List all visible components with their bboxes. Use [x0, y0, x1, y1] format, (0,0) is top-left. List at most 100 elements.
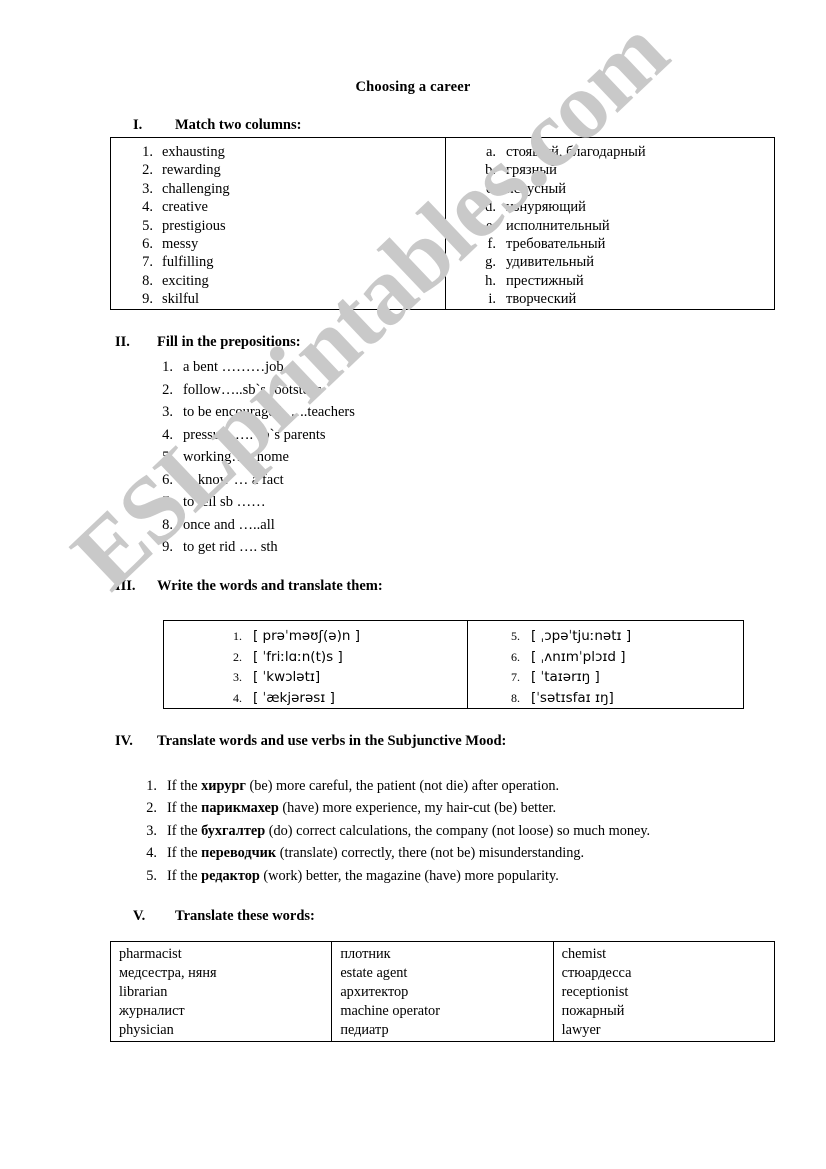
list-item: 4. [ ˈækjərəsɪ ] [164, 688, 467, 709]
item-text: требовательный [506, 236, 606, 253]
item-text: искусный [506, 180, 566, 197]
item-text: to tell sb …… [183, 494, 266, 510]
section-numeral-i: I. [133, 117, 143, 133]
item-marker: 4. [162, 426, 173, 443]
list-item: 5. [ ˌɔpəˈtjuːnətɪ ] [468, 626, 743, 647]
sentence-suffix: (work) better, the magazine (have) more … [259, 867, 559, 884]
subjunctive-list: 1. If the хирург (be) more careful, the p… [133, 775, 813, 887]
item-text: удивительный [506, 254, 594, 271]
professions-column-3: chemist стюардесса receptionist пожарный… [552, 942, 774, 1041]
item-marker: 3. [142, 180, 153, 197]
item-text: a bent ………job [183, 359, 284, 375]
sentence-suffix: (do) correct calculations, the company (… [265, 822, 651, 839]
list-item: 5. If the редактор (work) better, the mag… [133, 865, 813, 887]
list-item: b. грязный [446, 161, 774, 179]
item-text: стоящий, благодарный [506, 144, 646, 160]
section-title-iv: Translate words and use verbs in the Sub… [157, 733, 507, 749]
item-marker: 5. [146, 867, 157, 884]
section-numeral-iii: III. [115, 578, 136, 594]
sentence-suffix: (have) more experience, my hair-cut (be)… [278, 800, 557, 817]
list-item: 7. fulfilling [111, 253, 445, 271]
transcriptions-left-list: 1. [ prəˈməʊʃ(ə)n ] 2. [ ˈfriːlɑːn(t)s ] 3… [164, 626, 467, 708]
item-marker: 2. [233, 649, 242, 664]
item-marker: 8. [162, 516, 173, 533]
list-item: a. стоящий, благодарный [446, 143, 774, 161]
item-marker: 2. [146, 800, 157, 817]
list-item: 3. to be encouraged …..teachers [147, 401, 567, 424]
sentence-suffix: (be) more careful, the patient (not die)… [245, 778, 560, 794]
list-item: estate agent [340, 965, 408, 981]
list-item: i. творческий [446, 290, 774, 308]
list-item: 3. [ ˈkwɔlətɪ] [164, 667, 467, 688]
professions-list-1: pharmacist медсестра, няня librarian жур… [111, 945, 331, 1040]
list-item: пожарный [561, 1003, 625, 1019]
item-marker: c. [485, 180, 496, 197]
ipa-transcription: [ ˌʌnɪmˈplɔɪd ] [530, 648, 626, 665]
ipa-transcription: [ˈsətɪsfaɪ ɪŋ] [530, 689, 614, 706]
transcriptions-left-column: 1. [ prəˈməʊʃ(ə)n ] 2. [ ˈfriːlɑːn(t)s ] 3… [164, 621, 467, 708]
ipa-transcription: [ ˈækjərəsɪ ] [253, 689, 335, 706]
list-item: 4. creative [111, 198, 445, 216]
list-item: 8. [ˈsətɪsfaɪ ɪŋ] [468, 688, 743, 709]
item-marker: 2. [162, 381, 173, 398]
list-item: стюардесса [561, 965, 632, 981]
section-heading-i: I. Match two columns: [133, 117, 301, 134]
match-two-columns-table: 1. exhausting 2. rewarding 3. challenging 4… [110, 137, 775, 310]
list-item: 1. a bent ………job [147, 356, 567, 379]
item-text: exhausting [162, 144, 225, 160]
sentence-suffix: (translate) correctly, there (not be) mi… [276, 845, 585, 862]
transcriptions-table: 1. [ prəˈməʊʃ(ə)n ] 2. [ ˈfriːlɑːn(t)s ] 3… [163, 620, 744, 709]
list-item: 6. to know … a fact [147, 469, 567, 492]
list-item: physician [119, 1022, 174, 1038]
list-item: c. искусный [446, 180, 774, 198]
item-marker: d. [485, 199, 496, 216]
item-marker: g. [485, 254, 496, 271]
item-marker: 2. [142, 162, 153, 179]
section-title-v: Translate these words: [175, 908, 315, 924]
item-marker: 7. [162, 494, 173, 510]
list-item: h. престижный [446, 272, 774, 290]
list-item: chemist [561, 946, 607, 962]
section-title-i: Match two columns: [175, 117, 302, 133]
section-numeral-iv: IV. [115, 733, 133, 749]
ipa-transcription: [ ˈtaɪərɪŋ ] [530, 669, 600, 685]
item-text: rewarding [162, 162, 221, 179]
section-numeral-ii: II. [115, 334, 130, 350]
item-marker: 7. [510, 670, 520, 684]
list-item: 2. follow…..sb`s footsteps [147, 379, 567, 402]
list-item: архитектор [340, 984, 409, 1000]
item-marker: 5. [510, 629, 520, 643]
item-text: to know … a fact [183, 471, 284, 488]
list-item: receptionist [561, 984, 629, 1000]
item-text: престижный [506, 272, 584, 289]
worksheet-page: ESLprintables.com Choosing a career I. Ma… [0, 0, 826, 1169]
sentence-prefix: If the [167, 845, 202, 862]
list-item: 4. pressure …. sb`s parents [147, 424, 567, 447]
item-marker: h. [485, 272, 496, 289]
list-item: lawyer [561, 1022, 601, 1038]
ipa-transcription: [ prəˈməʊʃ(ə)n ] [253, 628, 360, 644]
item-marker: 4. [142, 199, 153, 216]
item-text: If the переводчик (translate) correctly,… [167, 842, 813, 864]
profession-word: парикмахер [201, 800, 279, 817]
prepositions-list: 1. a bent ………job 2. follow…..sb`s footstep… [147, 356, 567, 559]
item-marker: 4. [146, 845, 157, 862]
list-item: 6. [ ˌʌnɪmˈplɔɪd ] [468, 647, 743, 668]
item-text: messy [162, 236, 199, 253]
item-marker: 6. [162, 471, 173, 488]
item-text: skilful [162, 291, 200, 308]
list-item: d. изнуряющий [446, 198, 774, 216]
item-text: If the хирург (be) more careful, the pat… [167, 775, 813, 797]
list-item: 1. If the хирург (be) more careful, the p… [133, 775, 813, 797]
profession-word: редактор [201, 867, 260, 884]
item-marker: 1. [146, 778, 157, 794]
profession-word: бухгалтер [201, 822, 266, 839]
list-item: 2. rewarding [111, 161, 445, 179]
item-marker: 1. [233, 629, 242, 643]
section-numeral-v: V. [133, 908, 146, 924]
list-item: медсестра, няня [119, 965, 217, 981]
sentence-prefix: If the [167, 867, 202, 884]
list-item: 5. working….. home [147, 446, 567, 469]
list-item: плотник [340, 946, 391, 962]
item-marker: 9. [162, 539, 173, 555]
